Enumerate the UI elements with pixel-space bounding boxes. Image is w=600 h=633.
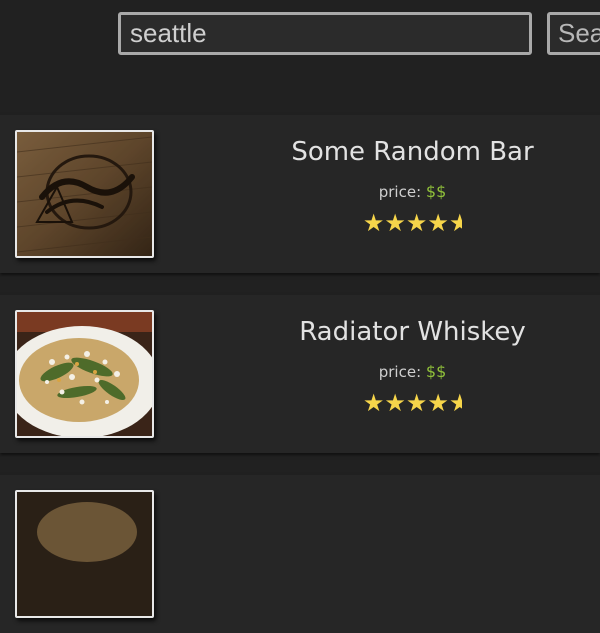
- star-icon: ★: [384, 209, 406, 238]
- star-rating: ★★★★★: [225, 211, 600, 235]
- star-icon: ★: [427, 209, 449, 238]
- price-label: price:: [378, 363, 422, 382]
- price-line: price: $$: [225, 182, 600, 201]
- star-icon: ★: [405, 389, 428, 418]
- food-photo: [17, 492, 152, 616]
- logo-sign-photo: [17, 132, 152, 256]
- search-input[interactable]: [118, 12, 532, 55]
- star-rating: ★★★★★: [225, 391, 600, 415]
- food-dish-photo: [17, 312, 152, 436]
- search-button[interactable]: Search: [547, 12, 600, 55]
- result-name[interactable]: Some Random Bar: [225, 137, 600, 168]
- result-card[interactable]: Some Random Bar price: $$ ★★★★★: [0, 115, 600, 273]
- star-icon: ★: [362, 389, 385, 418]
- result-thumbnail[interactable]: [15, 130, 154, 258]
- result-thumbnail[interactable]: [15, 310, 154, 438]
- result-name[interactable]: Radiator Whiskey: [225, 317, 600, 348]
- price-value: $$: [425, 362, 447, 382]
- result-card[interactable]: [0, 475, 600, 633]
- price-value: $$: [425, 182, 447, 202]
- star-icon: ★: [362, 209, 385, 238]
- price-line: price: $$: [225, 362, 600, 381]
- half-star-icon: ★: [448, 211, 463, 236]
- price-label: price:: [378, 183, 422, 202]
- star-icon: ★: [384, 389, 406, 418]
- result-thumbnail[interactable]: [15, 490, 154, 618]
- half-star-icon: ★: [448, 391, 463, 416]
- star-icon: ★: [405, 209, 428, 238]
- star-icon: ★: [427, 389, 449, 418]
- result-card[interactable]: Radiator Whiskey price: $$ ★★★★★: [0, 295, 600, 453]
